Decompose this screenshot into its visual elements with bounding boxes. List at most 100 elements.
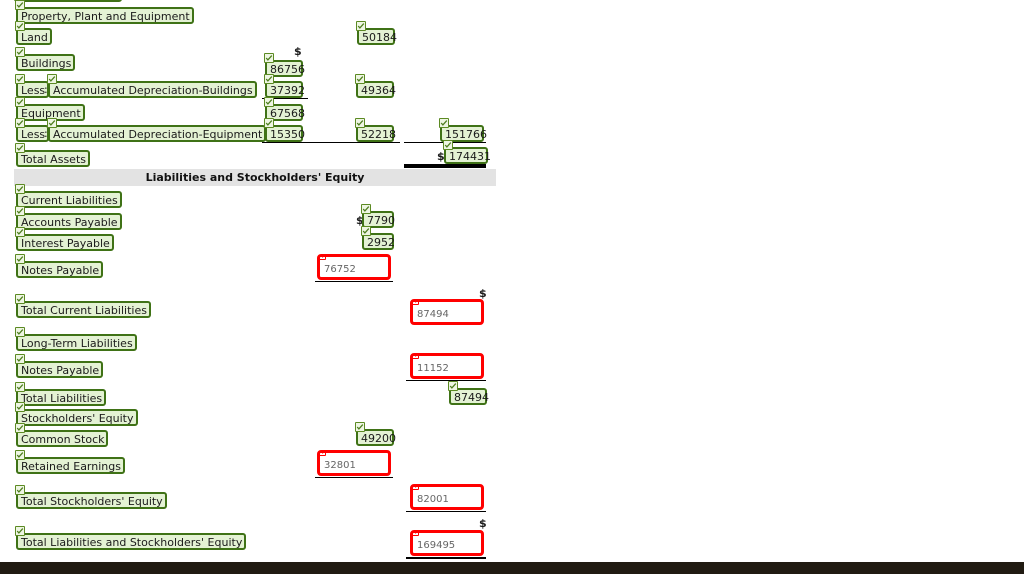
check-icon — [356, 21, 366, 31]
value-less-equipment-col1[interactable]: 15350 — [264, 118, 305, 142]
input-value: 11152 — [417, 363, 449, 374]
label-text: Property, Plant and Equipment — [21, 10, 190, 23]
label-text: Notes Payable — [21, 264, 100, 277]
label-accumulated-depreciation-buildings[interactable]: Accumulated Depreciation-Buildings — [47, 74, 257, 98]
value-text: 86756 — [270, 63, 305, 76]
label-text: Total Liabilities and Stockholders' Equi… — [21, 536, 243, 549]
x-icon — [413, 302, 419, 305]
label-total-stockholders-equity[interactable]: Total Stockholders' Equity — [15, 485, 167, 509]
input-notes-payable-long-term[interactable]: 11152 — [410, 353, 484, 379]
check-icon — [15, 97, 25, 107]
label-retained-earnings[interactable]: Retained Earnings — [15, 450, 125, 474]
value-text: 49364 — [361, 84, 396, 97]
label-text: Land — [21, 31, 48, 44]
label-current-liabilities[interactable]: Current Liabilities — [15, 184, 122, 208]
value-less-buildings-col2[interactable]: 49364 — [355, 74, 396, 98]
value-less-equipment-col2[interactable]: 52218 — [355, 118, 396, 142]
label-text: Total Assets — [21, 153, 86, 166]
subtotal-rule-notes-payable-long-term — [406, 380, 486, 381]
x-icon — [320, 453, 326, 456]
input-total-current-liabilities[interactable]: 87494 — [410, 299, 484, 325]
label-stockholders-equity[interactable]: Stockholders' Equity — [15, 402, 138, 426]
label-text: Current Liabilities — [21, 194, 118, 207]
input-retained-earnings[interactable]: 32801 — [317, 450, 391, 476]
value-common-stock-col2[interactable]: 49200 — [355, 422, 396, 446]
check-icon — [264, 53, 274, 63]
subtotal-rule-notes-payable-current — [315, 281, 393, 282]
label-accumulated-depreciation-equipment[interactable]: Accumulated Depreciation-Equipment — [47, 118, 267, 142]
label-land[interactable]: Land — [15, 21, 52, 45]
check-icon — [355, 422, 365, 432]
check-icon — [15, 227, 25, 237]
check-icon — [264, 74, 274, 84]
check-icon — [264, 118, 274, 128]
value-text: 2952 — [367, 236, 395, 249]
x-icon — [413, 487, 419, 490]
subtotal-rule-col1-equipment — [262, 142, 308, 143]
label-text: Notes Payable — [21, 364, 100, 377]
check-icon — [15, 21, 25, 31]
label-total-liabilities-and-stockholders-equity[interactable]: Total Liabilities and Stockholders' Equi… — [15, 526, 247, 550]
check-icon — [15, 184, 25, 194]
label-common-stock[interactable]: Common Stock — [15, 423, 109, 447]
grand-total-rule-liabilities-equity — [406, 557, 486, 559]
check-icon — [15, 450, 25, 460]
value-interest-payable-col2[interactable]: 2952 — [361, 226, 395, 250]
label-text: Interest Payable — [21, 237, 110, 250]
section-header-text: Liabilities and Stockholders' Equity — [145, 171, 365, 184]
label-interest-payable[interactable]: Interest Payable — [15, 227, 114, 251]
label-long-term-liabilities[interactable]: Long-Term Liabilities — [15, 327, 137, 351]
clipped-annotation-box-top — [14, 0, 122, 2]
subtotal-rule-retained-earnings — [315, 477, 393, 478]
label-text: Less — [21, 128, 46, 141]
balance-sheet-page: Property, Plant and Equipment Land 50184… — [0, 0, 1024, 574]
value-text: 87494 — [454, 391, 489, 404]
label-buildings[interactable]: Buildings — [15, 47, 76, 71]
label-notes-payable-long-term[interactable]: Notes Payable — [15, 354, 104, 378]
check-icon — [15, 143, 25, 153]
input-notes-payable-current[interactable]: 76752 — [317, 254, 391, 280]
label-text: Stockholders' Equity — [21, 412, 134, 425]
value-total-liabilities-col3[interactable]: 87494 — [448, 381, 489, 405]
check-icon — [355, 118, 365, 128]
check-icon — [361, 204, 371, 214]
check-icon — [15, 206, 25, 216]
value-total-assets-col3[interactable]: 174431 — [443, 140, 491, 164]
label-text: Total Stockholders' Equity — [21, 495, 163, 508]
label-accounts-payable[interactable]: Accounts Payable — [15, 206, 122, 230]
check-icon — [15, 254, 25, 264]
input-total-stockholders-equity[interactable]: 82001 — [410, 484, 484, 510]
label-text: Total Liabilities — [21, 392, 103, 405]
check-icon — [264, 97, 274, 107]
label-text: Accumulated Depreciation-Equipment — [53, 128, 263, 141]
label-text: Total Current Liabilities — [21, 304, 147, 317]
label-property-plant-equipment[interactable]: Property, Plant and Equipment — [15, 0, 194, 24]
check-icon — [15, 327, 25, 337]
value-text: 50184 — [362, 31, 397, 44]
input-value: 76752 — [324, 264, 356, 275]
label-total-liabilities[interactable]: Total Liabilities — [15, 382, 107, 406]
label-text: Buildings — [21, 57, 72, 70]
input-value: 169495 — [417, 540, 456, 551]
label-total-current-liabilities[interactable]: Total Current Liabilities — [15, 294, 151, 318]
input-total-liabilities-and-stockholders-equity[interactable]: 169495 — [410, 530, 484, 556]
x-icon — [320, 257, 326, 260]
label-total-assets[interactable]: Total Assets — [15, 143, 90, 167]
check-icon — [15, 423, 25, 433]
x-icon — [413, 356, 419, 359]
label-text: Accounts Payable — [21, 216, 118, 229]
check-icon — [47, 118, 57, 128]
grand-total-rule-assets — [404, 164, 486, 168]
dollar-sign-buildings: $ — [294, 45, 302, 58]
dollar-sign-total-liabilities-equity: $ — [479, 517, 487, 530]
value-land-col2[interactable]: 50184 — [356, 21, 397, 45]
check-icon — [15, 402, 25, 412]
input-value: 32801 — [324, 460, 356, 471]
bottom-chrome-bar — [0, 562, 1024, 574]
label-text: Less — [21, 84, 46, 97]
label-text: Retained Earnings — [21, 460, 121, 473]
check-icon — [15, 526, 25, 536]
label-notes-payable-current[interactable]: Notes Payable — [15, 254, 104, 278]
value-less-buildings-col1[interactable]: 37392 — [264, 74, 305, 98]
check-icon — [47, 74, 57, 84]
